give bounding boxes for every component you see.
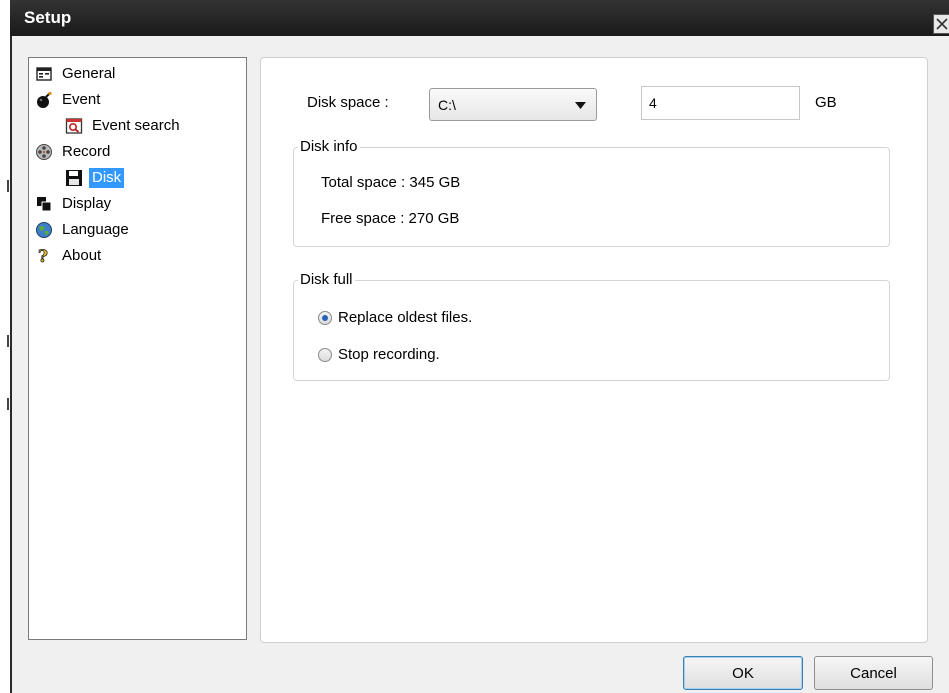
- tree-item-general[interactable]: General: [35, 63, 118, 85]
- stop-recording-label: Stop recording.: [338, 346, 440, 363]
- window-title: Setup: [24, 8, 72, 27]
- free-space-text: Free space : 270 GB: [321, 210, 460, 227]
- replace-oldest-label: Replace oldest files.: [338, 309, 473, 326]
- replace-oldest-option[interactable]: Replace oldest files.: [318, 309, 472, 326]
- stop-recording-radio[interactable]: [318, 347, 332, 362]
- general-settings-icon: [35, 65, 53, 83]
- floppy-disk-icon: [65, 169, 83, 187]
- tree-item-label: About: [62, 247, 102, 264]
- disk-full-title: Disk full: [298, 271, 355, 289]
- tree-item-label: Event search: [92, 117, 180, 134]
- disk-info-title: Disk info: [298, 138, 360, 156]
- stop-recording-option[interactable]: Stop recording.: [318, 346, 440, 363]
- display-windows-icon: [35, 195, 53, 213]
- title-bar[interactable]: Setup: [10, 0, 949, 36]
- tree-item-label: Language: [62, 221, 129, 238]
- disk-space-size-input[interactable]: [641, 86, 800, 120]
- disk-space-label: Disk space :: [307, 94, 389, 111]
- chevron-down-icon: [575, 102, 586, 109]
- disk-info-group: Disk info Total space : 345 GB Free spac…: [293, 138, 890, 247]
- tree-item-label: Disk: [89, 168, 125, 188]
- drive-select[interactable]: C:\: [429, 88, 597, 121]
- tree-item-record[interactable]: Record: [35, 141, 113, 163]
- tree-item-disk[interactable]: Disk: [65, 167, 125, 189]
- tree-item-label: General: [62, 65, 116, 82]
- total-space-text: Total space : 345 GB: [321, 174, 461, 191]
- edge-mark: [7, 180, 9, 192]
- close-button[interactable]: [933, 14, 949, 34]
- replace-oldest-radio[interactable]: [318, 310, 332, 325]
- settings-tree[interactable]: General Event Event search Record Disk D…: [28, 57, 247, 640]
- close-icon: [936, 18, 948, 30]
- tree-item-label: Record: [62, 143, 111, 160]
- left-window-edge: [0, 0, 10, 693]
- globe-icon: [35, 221, 53, 239]
- bomb-icon: [35, 91, 53, 109]
- edge-mark: [7, 398, 9, 410]
- disk-space-unit: GB: [815, 94, 837, 111]
- tree-item-language[interactable]: Language: [35, 219, 132, 241]
- film-reel-icon: [35, 143, 53, 161]
- tree-item-label: Display: [62, 195, 112, 212]
- tree-item-display[interactable]: Display: [35, 193, 114, 215]
- cancel-button[interactable]: Cancel: [814, 656, 933, 690]
- tree-item-label: Event: [62, 91, 101, 108]
- ok-button[interactable]: OK: [683, 656, 803, 690]
- question-mark-icon: ?: [35, 247, 53, 265]
- calendar-search-icon: [65, 117, 83, 135]
- tree-item-event[interactable]: Event: [35, 89, 103, 111]
- disk-full-group: Disk full Replace oldest files. Stop rec…: [293, 271, 890, 381]
- tree-item-about[interactable]: ? About: [35, 245, 104, 267]
- tree-item-event-search[interactable]: Event search: [65, 115, 183, 137]
- drive-select-value: C:\: [438, 97, 456, 113]
- svg-text:?: ?: [38, 247, 48, 265]
- edge-mark: [7, 335, 9, 347]
